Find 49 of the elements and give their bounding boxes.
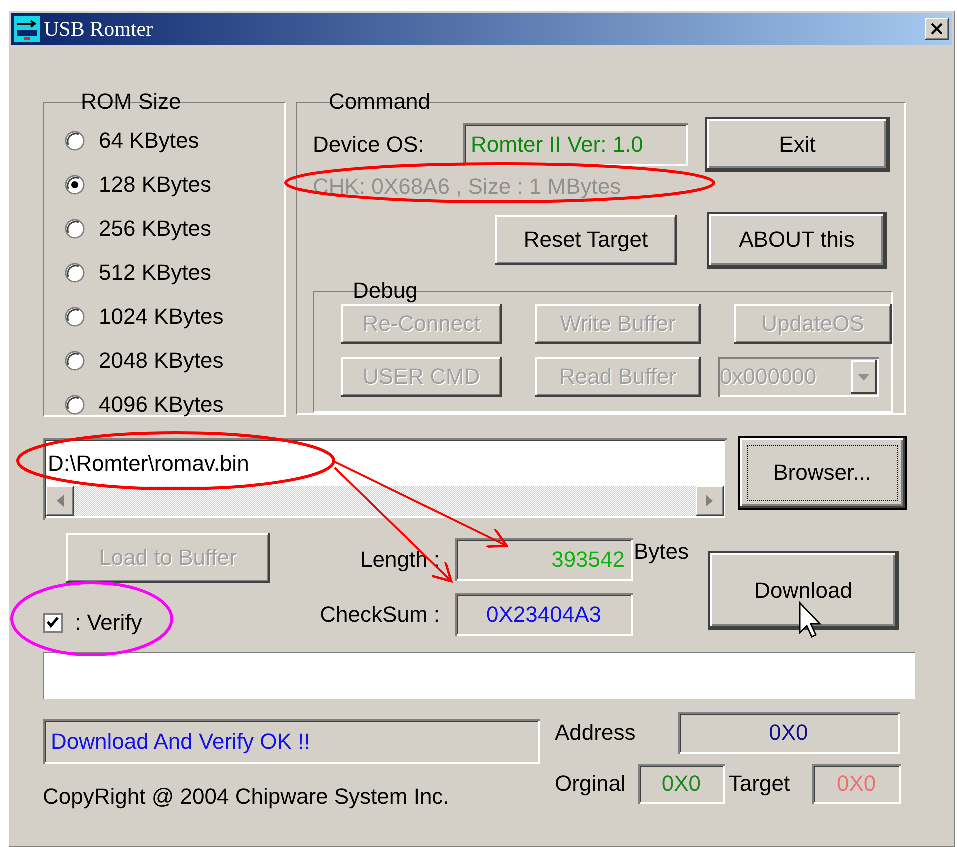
radio-button[interactable] [65,131,85,151]
group-label: Debug [352,280,419,302]
radio-button[interactable] [65,351,85,371]
cursor-icon [799,601,822,638]
status-field: Download And Verify OK !! [43,719,540,764]
device-os-field: Romter II Ver: 1.0 [463,123,688,166]
file-path[interactable]: D:\Romter\romav.bin [46,441,724,486]
file-list[interactable]: D:\Romter\romav.bin [43,438,727,520]
about-button[interactable]: ABOUT this [709,214,885,266]
target-field: 0X0 [812,764,902,804]
target-label: Target [728,771,790,797]
radio-button[interactable] [65,307,85,327]
radio-button[interactable] [65,219,85,239]
radio-label: 256 KBytes [99,216,212,242]
original-field: 0X0 [638,764,725,804]
app-icon [14,16,40,42]
address-field: 0X0 [678,712,900,754]
verify-label: : Verify [75,610,142,636]
address-label: Address [555,720,636,746]
radio-button[interactable] [65,395,85,415]
dropdown-arrow-icon [858,374,870,380]
checksum-label: CheckSum : [319,602,440,628]
radio-button[interactable] [65,263,85,283]
radio-label: 512 KBytes [99,260,212,286]
device-os-label: Device OS: [313,132,426,158]
length-field: 393542 [455,538,633,581]
scroll-left-icon[interactable] [56,495,64,507]
horizontal-scrollbar[interactable] [46,486,724,516]
original-label: Orginal [555,771,626,797]
close-icon [930,23,944,35]
reset-target-button[interactable]: Reset Target [495,215,677,265]
scroll-right-icon[interactable] [706,495,714,507]
radio-label: 4096 KBytes [99,392,224,418]
window-title: USB Romter [44,16,154,42]
length-unit: Bytes [634,538,690,564]
group-label: ROM Size [80,91,182,113]
radio-label: 2048 KBytes [99,348,224,374]
verify-checkbox[interactable] [43,613,63,633]
browse-button[interactable]: Browser... [740,438,905,508]
radio-label: 128 KBytes [99,172,212,198]
radio-label: 64 KBytes [99,128,200,154]
radio-label: 1024 KBytes [99,304,224,330]
group-label: Command [328,91,432,113]
radio-button[interactable] [65,175,85,195]
checksum-field: 0X23404A3 [455,593,633,636]
close-button[interactable] [925,18,949,40]
copyright-text: CopyRight @ 2004 Chipware System Inc. [43,784,450,810]
exit-button[interactable]: Exit [707,119,888,170]
download-button[interactable]: Download [710,553,898,628]
